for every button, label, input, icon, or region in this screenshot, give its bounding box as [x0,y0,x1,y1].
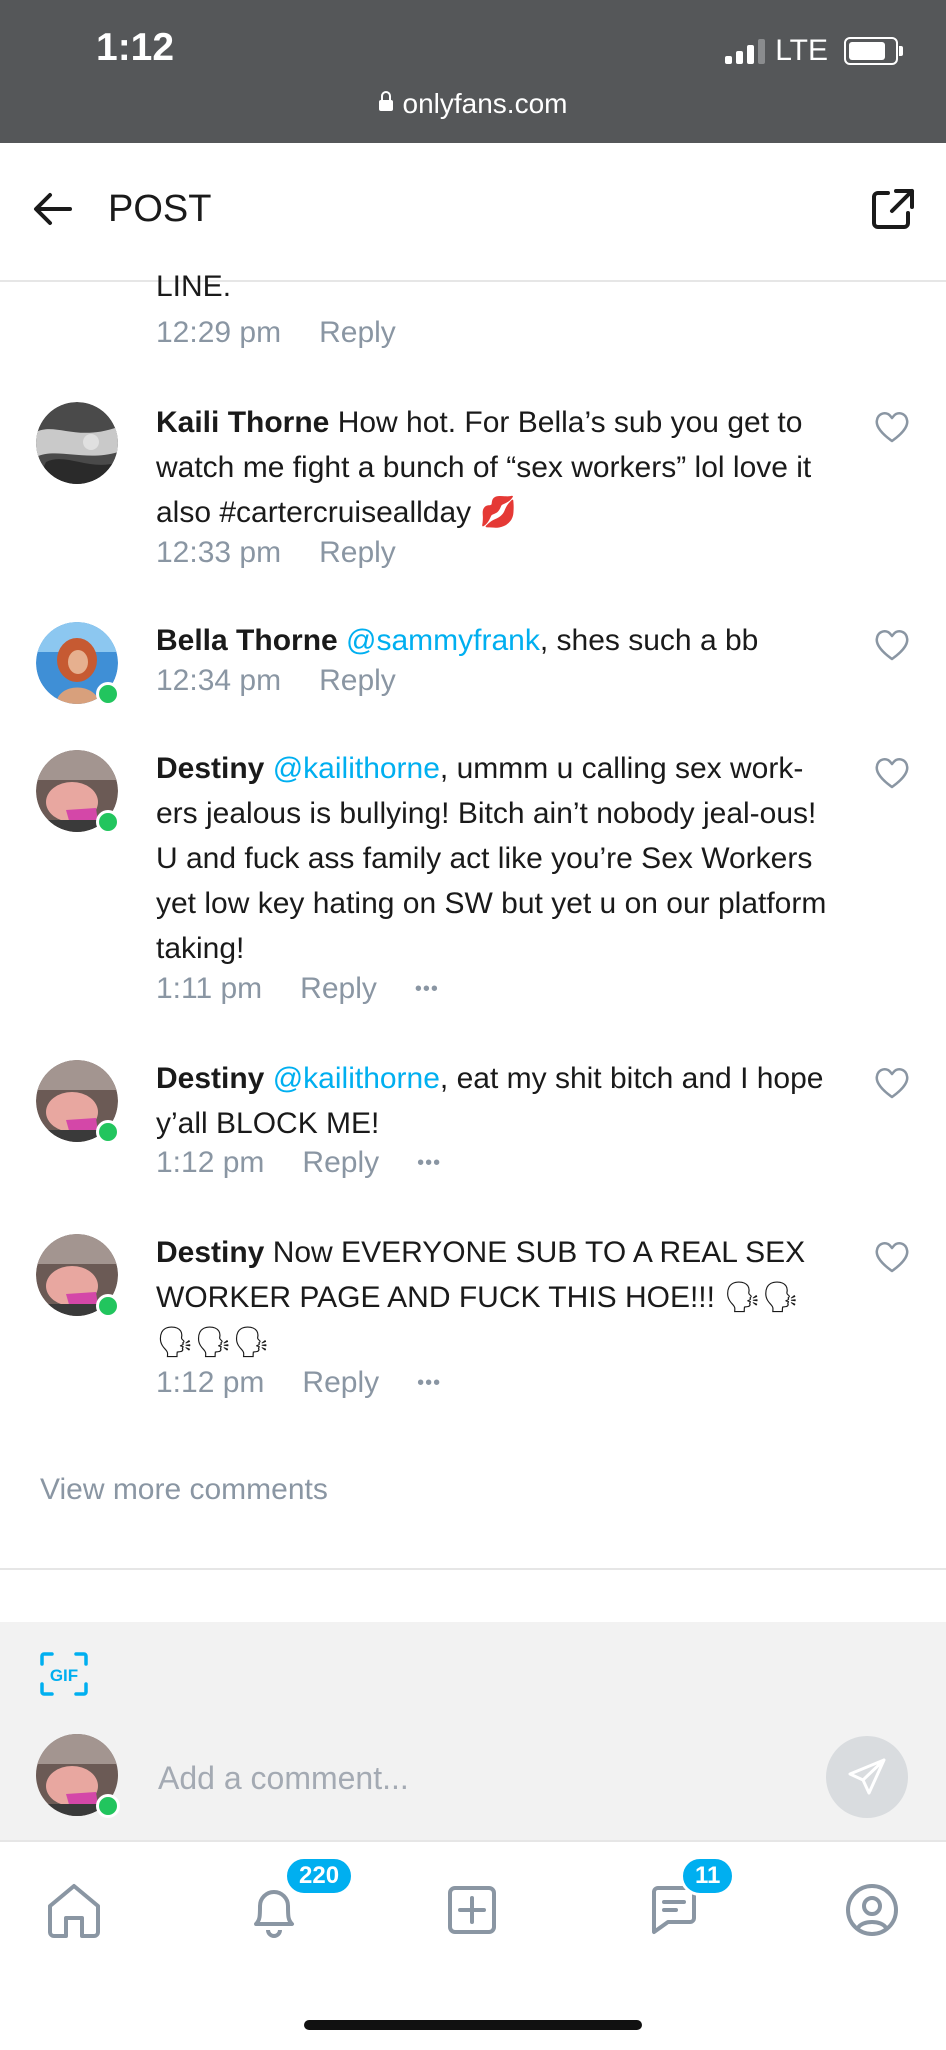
more-options-button[interactable]: ••• [415,978,439,1001]
comment-body: Destiny @kailithorne, eat my shit bitch … [156,1056,836,1146]
avatar[interactable] [36,1234,120,1318]
avatar[interactable] [36,622,120,706]
comment-mention[interactable]: @kailithorne [273,752,440,785]
reply-button[interactable]: Reply [300,972,377,1006]
reply-button[interactable]: Reply [319,664,396,698]
comment-meta: 12:34 pm Reply [156,664,396,698]
comment-meta: 1:12 pm Reply ••• [156,1366,441,1400]
like-button[interactable] [874,1240,910,1274]
home-icon [48,1884,100,1938]
comment-time: 12:33 pm [156,536,282,569]
home-indicator[interactable] [304,2020,642,2030]
comment-mention[interactable]: @sammyfrank [346,624,540,657]
reply-button[interactable]: Reply [302,1366,379,1400]
comment-body: Bella Thorne @sammyfrank, shes such a bb [156,618,836,663]
signal-icon [725,38,766,64]
user-circle-icon [846,1884,898,1936]
share-button[interactable] [866,183,918,235]
comment-body: Destiny Now EVERYONE SUB TO A REAL SEX W… [156,1230,836,1365]
online-indicator [96,1294,120,1318]
comment-author[interactable]: Destiny [156,1236,264,1269]
post-header: POST [0,143,946,282]
status-indicators: LTE [725,34,903,68]
gif-icon: GIF [40,1652,88,1696]
comment-time: 1:12 pm [156,1146,265,1179]
my-avatar[interactable] [36,1734,120,1818]
comment-meta: 1:11 pm Reply ••• [156,972,439,1006]
online-indicator [96,1120,120,1144]
divider [0,1568,946,1570]
gif-button[interactable]: GIF [38,1650,90,1698]
comment-body: Kaili Thorne How hot. For Bella’s sub yo… [156,400,836,535]
comment-meta: 12:29 pm Reply [156,316,396,350]
avatar[interactable] [36,750,120,834]
heart-icon [875,630,909,661]
status-time: 1:12 [96,26,175,69]
heart-icon [875,1068,909,1099]
tab-profile[interactable] [840,1878,904,1942]
comment-input[interactable] [156,1752,800,1804]
paper-plane-icon [848,1758,886,1795]
comment-mention[interactable]: @kailithorne [273,1062,440,1095]
reply-button[interactable]: Reply [319,536,396,570]
gif-label: GIF [50,1666,78,1685]
page-title: POST [108,188,212,230]
like-button[interactable] [874,628,910,662]
battery-icon [844,37,903,65]
notifications-badge: 220 [284,1856,355,1896]
comment-text: , shes such a bb [539,624,759,657]
comment-meta: 1:12 pm Reply ••• [156,1146,441,1180]
network-label: LTE [775,34,828,67]
comment-time: 1:12 pm [156,1366,265,1399]
comment-composer: GIF [0,1622,946,1840]
plus-square-icon [448,1886,496,1934]
reply-button[interactable]: Reply [302,1146,379,1180]
arrow-left-icon [34,193,72,225]
tab-new-post[interactable] [440,1878,504,1942]
send-button[interactable] [826,1736,908,1818]
messages-badge: 11 [680,1856,736,1896]
share-icon [872,189,914,229]
view-more-comments-link[interactable]: View more comments [40,1473,328,1507]
tab-notifications[interactable]: 220 [242,1856,355,1942]
address-bar[interactable]: onlyfans.com [0,88,946,120]
reply-button[interactable]: Reply [319,316,396,350]
status-bar: 1:12 LTE onlyfans.com [0,0,946,143]
comment-author[interactable]: Bella Thorne [156,624,338,657]
tab-messages[interactable]: 11 [642,1856,736,1942]
bottom-tab-bar: 220 11 [0,1840,946,2050]
comment-body: Destiny @kailithorne, ummm u calling sex… [156,746,836,971]
more-options-button[interactable]: ••• [417,1372,441,1395]
avatar[interactable] [36,1060,120,1144]
url-text: onlyfans.com [402,88,568,119]
online-indicator [96,682,120,706]
like-button[interactable] [874,410,910,444]
online-indicator [96,810,120,834]
heart-icon [875,1242,909,1273]
comment-author[interactable]: Kaili Thorne [156,406,329,439]
avatar[interactable] [36,402,118,484]
comment-time: 1:11 pm [156,972,263,1005]
like-button[interactable] [874,756,910,790]
lock-icon [378,91,393,112]
comment-time: 12:34 pm [156,664,282,697]
comment-author[interactable]: Destiny [156,752,264,785]
comment-author[interactable]: Destiny [156,1062,264,1095]
heart-icon [875,412,909,443]
comment-time: 12:29 pm [156,316,282,349]
more-options-button[interactable]: ••• [417,1152,441,1175]
partial-comment-text: LINE. [156,270,232,303]
back-button[interactable] [28,183,80,235]
online-indicator [96,1794,120,1818]
tab-home[interactable] [42,1878,106,1942]
comment-meta: 12:33 pm Reply [156,536,396,570]
heart-icon [875,758,909,789]
like-button[interactable] [874,1066,910,1100]
